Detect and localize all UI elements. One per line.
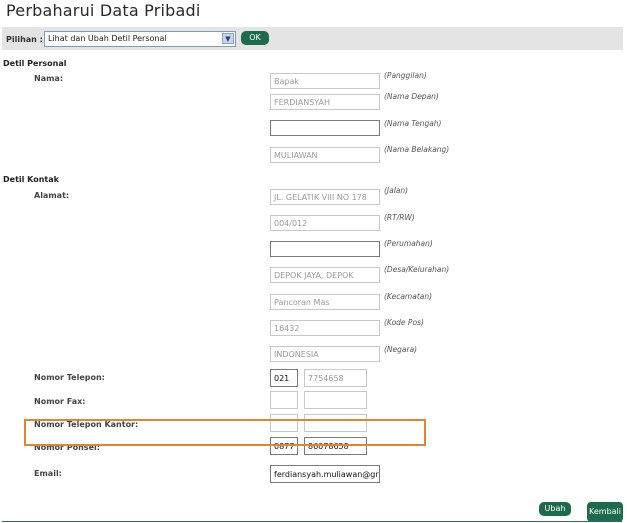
negara-hint: (Negara) [384, 345, 418, 354]
section-detil-personal: Detil Personal [3, 59, 67, 68]
nama-belakang-input[interactable]: MULIAWAN [270, 147, 380, 163]
nama-depan-hint: (Nama Depan) [384, 92, 439, 101]
email-input[interactable]: ferdiansyah.muliawan@gr [270, 465, 380, 483]
telepon-label: Nomor Telepon: [34, 373, 105, 382]
desa-hint: (Desa/Kelurahan) [384, 265, 450, 274]
nama-belakang-hint: (Nama Belakang) [384, 145, 450, 154]
nama-depan-input[interactable]: FERDIANSYAH [270, 94, 380, 110]
kode-pos-hint: (Kode Pos) [384, 318, 424, 327]
kecamatan-input[interactable]: Pancoran Mas [270, 294, 380, 310]
telepon-nomor-input[interactable]: 7754658 [304, 369, 367, 387]
chevron-down-icon[interactable]: ▼ [222, 33, 234, 44]
jalan-input[interactable]: JL. GELATIK VIII NO 178 [270, 189, 380, 205]
footer-divider [2, 521, 622, 522]
jalan-hint: (Jalan) [384, 186, 409, 195]
rtrw-input[interactable]: 004/012 [270, 215, 380, 231]
fax-label: Nomor Fax: [34, 397, 86, 406]
rtrw-hint: (RT/RW) [384, 213, 415, 222]
page-title: Perbaharui Data Pribadi [6, 1, 201, 20]
panggilan-input[interactable]: Bapak [270, 73, 380, 89]
alamat-label: Alamat: [34, 191, 70, 200]
fax-nomor-input[interactable] [304, 391, 367, 409]
negara-input[interactable]: INDONESIA [270, 346, 380, 362]
perumahan-input[interactable] [270, 241, 380, 257]
highlight-box [24, 419, 426, 446]
ubah-button[interactable]: Ubah [539, 502, 571, 516]
nama-tengah-input[interactable] [270, 120, 380, 136]
desa-input[interactable]: DEPOK JAYA, DEPOK [270, 267, 380, 283]
nama-label: Nama: [34, 74, 64, 83]
pilihan-select-value: Lihat dan Ubah Detil Personal [48, 34, 167, 43]
telepon-area-input[interactable]: 021 [270, 369, 298, 387]
ok-button[interactable]: OK [241, 31, 269, 45]
pilihan-select[interactable]: Lihat dan Ubah Detil Personal ▼ [44, 31, 236, 47]
pilihan-label: Pilihan : [6, 35, 43, 44]
section-detil-kontak: Detil Kontak [3, 175, 59, 184]
fax-area-input[interactable] [270, 391, 298, 409]
panggilan-hint: (Panggilan) [384, 71, 427, 80]
nama-tengah-hint: (Nama Tengah) [384, 119, 442, 128]
kecamatan-hint: (Kecamatan) [384, 292, 433, 301]
kembali-button[interactable]: Kembali [587, 502, 623, 522]
perumahan-hint: (Perumahan) [384, 239, 433, 248]
email-label: Email: [34, 469, 62, 478]
kode-pos-input[interactable]: 16432 [270, 320, 380, 336]
